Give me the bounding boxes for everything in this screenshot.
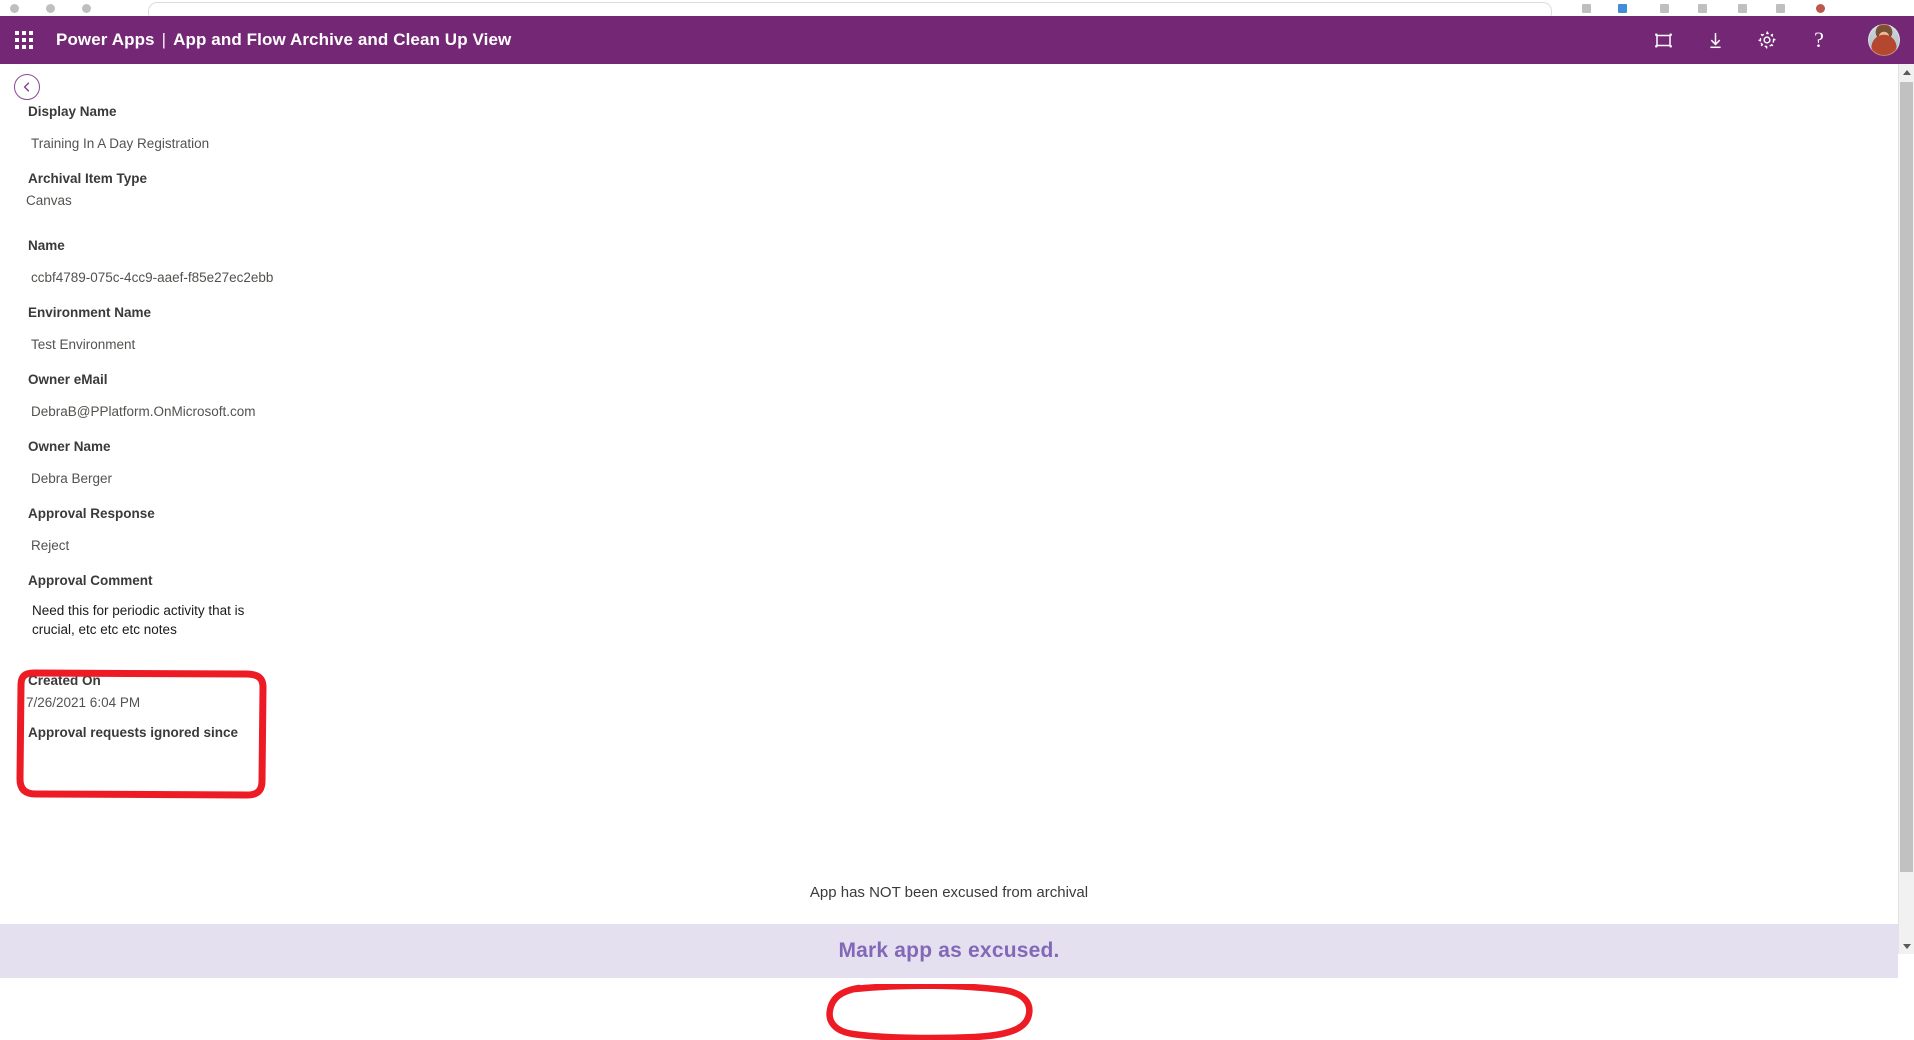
app-canvas: Display Name Training In A Day Registrat… bbox=[0, 64, 1898, 1040]
scroll-down-arrow-icon[interactable] bbox=[1899, 938, 1914, 954]
help-question-mark: ? bbox=[1814, 27, 1824, 52]
avatar[interactable] bbox=[1868, 24, 1900, 56]
field-environment-name-value: Test Environment bbox=[31, 337, 136, 352]
browser-profile-avatar[interactable] bbox=[1816, 4, 1825, 13]
archival-status-text: App has NOT been excused from archival bbox=[809, 884, 1089, 901]
browser-reload-icon[interactable] bbox=[82, 4, 91, 13]
vertical-scrollbar[interactable] bbox=[1898, 64, 1914, 954]
field-approval-comment-value: Need this for periodic activity that is … bbox=[32, 603, 245, 637]
field-approval-response-value: Reject bbox=[31, 538, 70, 553]
browser-extension-icon-4[interactable] bbox=[1698, 4, 1707, 13]
brand-and-page-title: Power Apps | App and Flow Archive and Clea… bbox=[56, 30, 511, 50]
scrollbar-thumb[interactable] bbox=[1900, 82, 1913, 872]
browser-extension-icon[interactable] bbox=[1582, 4, 1591, 13]
page-title: App and Flow Archive and Clean Up View bbox=[173, 30, 512, 49]
field-display-name-value: Training In A Day Registration bbox=[31, 136, 210, 151]
field-owner-name-value: Debra Berger bbox=[31, 471, 113, 486]
field-created-on-value: 7/26/2021 6:04 PM bbox=[26, 695, 141, 710]
field-owner-email-label: Owner eMail bbox=[28, 372, 108, 387]
brand-label: Power Apps bbox=[56, 30, 155, 49]
field-created-on-label: Created On bbox=[28, 673, 101, 688]
field-owner-name-label: Owner Name bbox=[28, 439, 111, 454]
field-environment-name-label: Environment Name bbox=[28, 305, 152, 320]
app-header: Power Apps | App and Flow Archive and Clea… bbox=[0, 16, 1914, 64]
browser-extension-icon-2[interactable] bbox=[1618, 4, 1627, 13]
field-owner-email-value: DebraB@PPlatform.OnMicrosoft.com bbox=[31, 404, 256, 419]
help-icon[interactable]: ? bbox=[1806, 27, 1832, 53]
browser-address-bar[interactable] bbox=[148, 2, 1552, 16]
download-icon[interactable] bbox=[1702, 27, 1728, 53]
field-archival-item-type-label: Archival Item Type bbox=[28, 171, 148, 186]
brand-separator: | bbox=[161, 30, 167, 49]
chevron-left-icon bbox=[23, 82, 30, 92]
annotation-oval-excuse-button bbox=[826, 984, 1033, 1040]
field-display-name-label: Display Name bbox=[28, 104, 117, 119]
mark-app-as-excused-button[interactable]: Mark app as excused. bbox=[816, 933, 1081, 969]
browser-chrome-strip bbox=[0, 0, 1914, 17]
browser-extension-icon-3[interactable] bbox=[1660, 4, 1669, 13]
fullscreen-icon[interactable] bbox=[1650, 27, 1676, 53]
field-approval-comment-label: Approval Comment bbox=[28, 573, 153, 588]
field-name-label: Name bbox=[28, 238, 65, 253]
app-launcher-grid-icon[interactable] bbox=[10, 26, 38, 54]
field-approval-ignored-since-label: Approval requests ignored since bbox=[28, 725, 239, 740]
field-archival-item-type-value: Canvas bbox=[26, 193, 72, 208]
field-name-value: ccbf4789-075c-4cc9-aaef-f85e27ec2ebb bbox=[31, 270, 274, 285]
back-button[interactable] bbox=[14, 74, 40, 100]
header-icon-group: ? bbox=[1650, 24, 1900, 56]
browser-extension-icon-5[interactable] bbox=[1738, 4, 1747, 13]
field-approval-response-label: Approval Response bbox=[28, 506, 155, 521]
browser-forward-icon[interactable] bbox=[46, 4, 55, 13]
gear-icon[interactable] bbox=[1754, 27, 1780, 53]
action-bar: Mark app as excused. bbox=[0, 924, 1898, 978]
browser-menu-icon[interactable] bbox=[1776, 4, 1785, 13]
browser-back-icon[interactable] bbox=[10, 4, 19, 13]
scroll-up-arrow-icon[interactable] bbox=[1899, 64, 1914, 80]
